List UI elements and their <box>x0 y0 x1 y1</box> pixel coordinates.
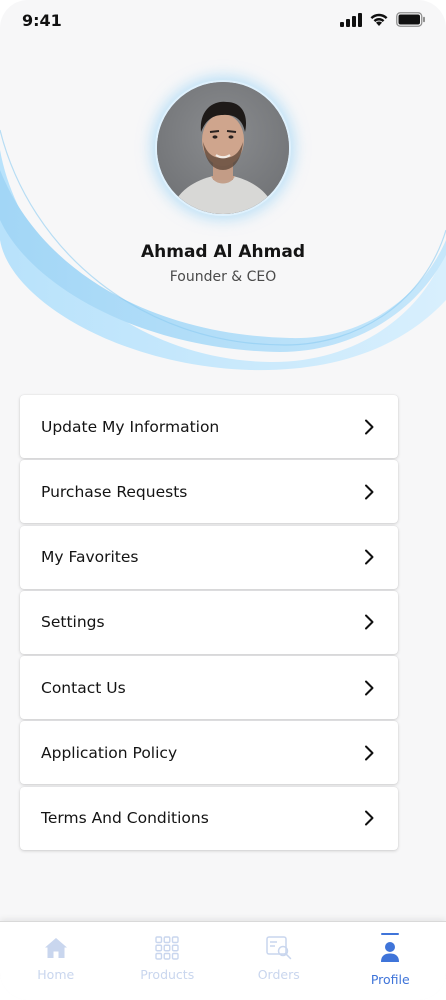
menu-item-label: Terms And Conditions <box>41 809 209 828</box>
nav-label: Home <box>37 967 75 982</box>
chevron-right-icon <box>362 613 376 631</box>
profile-role: Founder & CEO <box>169 269 277 285</box>
menu-item-label: Contact Us <box>41 678 126 697</box>
grid-icon <box>154 935 180 961</box>
user-avatar-photo <box>157 82 289 214</box>
nav-label: Orders <box>257 967 300 982</box>
chevron-right-icon <box>362 418 376 436</box>
signal-icon <box>340 12 362 31</box>
chevron-right-icon <box>362 679 376 697</box>
nav-item-orders[interactable]: Orders <box>223 922 335 1000</box>
avatar[interactable] <box>157 82 289 214</box>
chevron-right-icon <box>362 809 376 827</box>
menu-item-settings[interactable]: Settings <box>20 590 398 654</box>
nav-item-products[interactable]: Products <box>112 922 224 1000</box>
menu-item-label: My Favorites <box>41 548 139 567</box>
orders-icon <box>266 935 292 961</box>
menu-item-purchase-requests[interactable]: Purchase Requests <box>20 460 398 524</box>
nav-item-profile[interactable]: Profile <box>335 922 446 1000</box>
nav-label: Products <box>140 967 195 982</box>
home-icon <box>43 935 69 961</box>
nav-label: Profile <box>370 972 410 987</box>
active-tab-indicator <box>381 933 400 935</box>
menu-item-label: Application Policy <box>41 743 178 762</box>
status-icons <box>340 12 426 31</box>
menu-item-update-my-information[interactable]: Update My Information <box>20 395 398 458</box>
battery-icon <box>396 12 426 31</box>
profile-menu: Update My Information Purchase Requests … <box>20 395 398 852</box>
profile-name: Ahmad Al Ahmad <box>140 242 306 262</box>
menu-item-my-favorites[interactable]: My Favorites <box>20 525 398 589</box>
bottom-nav: Home Products Orders Profile <box>0 921 446 1000</box>
status-bar: 9:41 <box>0 0 446 44</box>
profile-screen: 9:41 Ahmad Al Ahmad Founder & CEO Update… <box>0 0 446 1000</box>
wifi-icon <box>369 12 389 31</box>
chevron-right-icon <box>362 548 376 566</box>
menu-item-label: Update My Information <box>41 417 220 436</box>
user-icon <box>377 939 403 965</box>
menu-item-label: Settings <box>41 613 105 632</box>
chevron-right-icon <box>362 483 376 501</box>
menu-item-application-policy[interactable]: Application Policy <box>20 721 398 785</box>
chevron-right-icon <box>362 744 376 762</box>
nav-item-home[interactable]: Home <box>0 922 112 1000</box>
menu-item-label: Purchase Requests <box>41 482 188 501</box>
menu-item-contact-us[interactable]: Contact Us <box>20 656 398 720</box>
status-time: 9:41 <box>22 11 62 30</box>
menu-item-terms-and-conditions[interactable]: Terms And Conditions <box>20 786 398 850</box>
avatar-ring[interactable] <box>155 80 291 216</box>
